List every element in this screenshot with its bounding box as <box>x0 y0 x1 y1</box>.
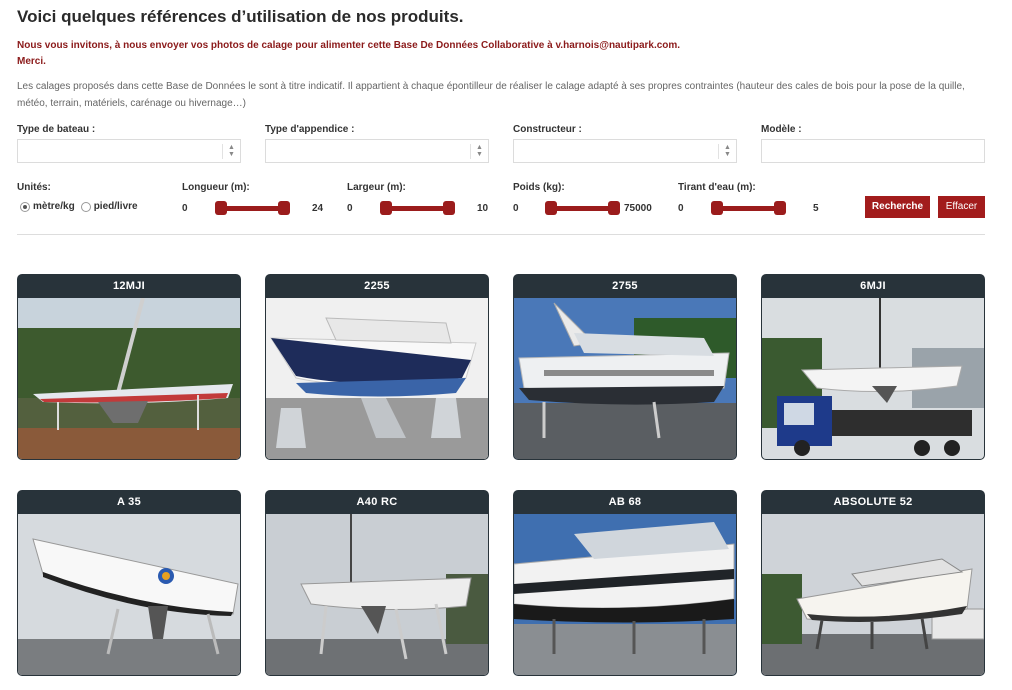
boat-card-absolute-52[interactable]: ABSOLUTE 52 <box>761 490 985 676</box>
draft-min-value: 0 <box>678 203 684 214</box>
boat-photo <box>514 298 736 459</box>
boat-card-title: 12MJI <box>18 275 240 298</box>
boat-card-12mji[interactable]: 12MJI <box>17 274 241 460</box>
length-slider-min-handle[interactable] <box>215 201 227 215</box>
boat-card-a35[interactable]: A 35 <box>17 490 241 676</box>
length-min-value: 0 <box>182 203 188 214</box>
length-slider-max-handle[interactable] <box>278 201 290 215</box>
boat-card-title: ABSOLUTE 52 <box>762 491 984 514</box>
thanks-line: Merci. <box>17 56 46 67</box>
invite-line: Nous vous invitons, à nous envoyer vos p… <box>17 40 681 51</box>
model-input[interactable] <box>761 139 985 163</box>
length-max-value: 24 <box>312 203 324 214</box>
builder-select[interactable]: ▲ ▼ <box>513 139 737 163</box>
model-label: Modèle : <box>761 124 802 135</box>
boat-card-title: 6MJI <box>762 275 984 298</box>
boat-type-label: Type de bateau : <box>17 124 96 135</box>
boat-type-select[interactable]: ▲ ▼ <box>17 139 241 163</box>
boat-photo <box>18 298 240 459</box>
width-slider-max-handle[interactable] <box>443 201 455 215</box>
boat-card-2755[interactable]: 2755 <box>513 274 737 460</box>
width-slider-label: Largeur (m): <box>347 182 406 193</box>
boat-photo <box>514 514 736 675</box>
imperial-radio[interactable] <box>80 201 91 212</box>
draft-max-value: 5 <box>813 203 819 214</box>
boat-card-a40rc[interactable]: A40 RC <box>265 490 489 676</box>
boat-card-title: AB 68 <box>514 491 736 514</box>
disclaimer-text: Les calages proposés dans cette Base de … <box>17 81 965 109</box>
boat-card-title: A40 RC <box>266 491 488 514</box>
draft-slider-max-handle[interactable] <box>774 201 786 215</box>
boat-card-title: 2255 <box>266 275 488 298</box>
select-arrows-icon: ▲ ▼ <box>470 144 488 159</box>
draft-slider-label: Tirant d'eau (m): <box>678 182 756 193</box>
select-arrows-icon: ▲ ▼ <box>718 144 736 159</box>
boat-card-2255[interactable]: 2255 <box>265 274 489 460</box>
weight-slider-max-handle[interactable] <box>608 201 620 215</box>
draft-slider-min-handle[interactable] <box>711 201 723 215</box>
imperial-radio-label: pied/livre <box>93 201 138 212</box>
divider <box>17 234 985 235</box>
width-min-value: 0 <box>347 203 353 214</box>
boat-photo <box>762 514 984 675</box>
units-radio-group: mètre/kg pied/livre <box>20 201 138 212</box>
appendage-type-label: Type d'appendice : <box>265 124 355 135</box>
boat-card-ab68[interactable]: AB 68 <box>513 490 737 676</box>
width-slider-min-handle[interactable] <box>380 201 392 215</box>
length-slider-label: Longueur (m): <box>182 182 250 193</box>
boat-card-title: A 35 <box>18 491 240 514</box>
width-max-value: 10 <box>477 203 489 214</box>
weight-max-value: 75000 <box>624 203 652 214</box>
metric-radio-label: mètre/kg <box>33 201 75 212</box>
search-button[interactable]: Recherche <box>865 196 930 218</box>
builder-label: Constructeur : <box>513 124 582 135</box>
page-title: Voici quelques références d’utilisation … <box>17 7 464 26</box>
boat-photo <box>266 298 488 459</box>
boat-card-6mji[interactable]: 6MJI <box>761 274 985 460</box>
weight-slider-label: Poids (kg): <box>513 182 565 193</box>
boat-card-title: 2755 <box>514 275 736 298</box>
boat-photo <box>762 298 984 459</box>
boat-photo <box>18 514 240 675</box>
weight-slider-min-handle[interactable] <box>545 201 557 215</box>
metric-radio[interactable] <box>20 201 30 212</box>
appendage-type-select[interactable]: ▲ ▼ <box>265 139 489 163</box>
clear-button[interactable]: Effacer <box>938 196 985 218</box>
boat-photo <box>266 514 488 675</box>
select-arrows-icon: ▲ ▼ <box>222 144 240 159</box>
invite-text: Nous vous invitons, à nous envoyer vos p… <box>17 38 680 70</box>
weight-min-value: 0 <box>513 203 519 214</box>
units-label: Unités: <box>17 182 51 193</box>
